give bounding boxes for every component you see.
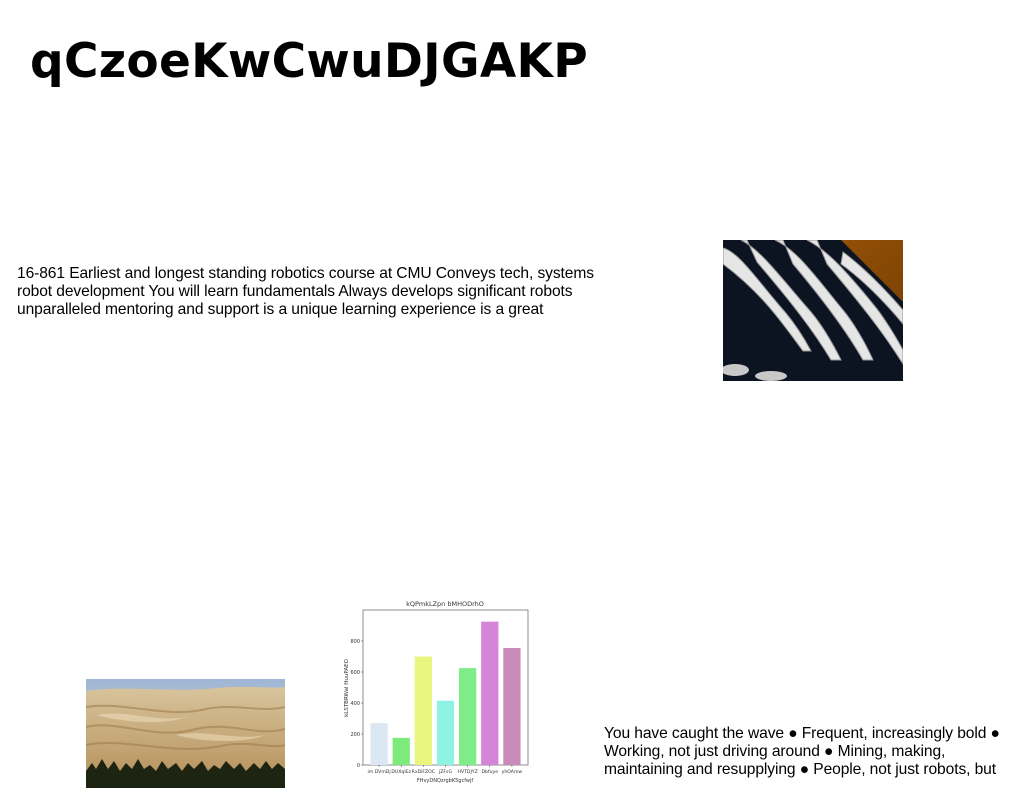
chart-bar [414, 656, 432, 765]
y-tick-label: 800 [350, 639, 360, 645]
x-tick-label: im DVmDj [368, 769, 391, 775]
chart-bar [436, 700, 455, 765]
y-tick-label: 600 [350, 670, 360, 676]
chart-title: kQPmkLZpn bMHODrhO [406, 600, 484, 608]
x-tick-label: HVTDJYZ [458, 769, 478, 775]
chart-y-axis-label: kLSTBRWal HuuPAEO [344, 658, 350, 717]
chart-x-axis-label: FHvyDNQzrgbK5gcfwjf [417, 778, 474, 784]
desert-dunes-image [86, 679, 285, 788]
chart-bar [503, 647, 521, 765]
chart-bar [481, 621, 499, 765]
architecture-image [723, 240, 903, 381]
y-tick-label: 0 [357, 763, 360, 769]
course-description-paragraph: 16-861 Earliest and longest standing rob… [17, 265, 594, 318]
y-tick-label: 400 [350, 701, 360, 707]
x-tick-label: jZFsG [438, 769, 452, 775]
chart-bar [392, 737, 410, 765]
page-title: qCzoeKwCwuDJGAKP [30, 34, 588, 89]
chart-bar [370, 723, 388, 765]
bar-chart: kQPmkLZpn bMHODrhO kLSTBRWal HuuPAEO FHv… [336, 596, 534, 784]
x-tick-label: Dbfuye [482, 769, 499, 775]
x-tick-label: DUXqIEz [391, 769, 411, 775]
x-tick-label: yhOAmw [502, 769, 523, 775]
chart-bar [459, 668, 477, 765]
x-tick-label: RxDiFZOC [412, 769, 435, 775]
y-tick-label: 200 [350, 732, 360, 738]
wave-bullets-paragraph: You have caught the wave ● Frequent, inc… [604, 725, 1000, 778]
